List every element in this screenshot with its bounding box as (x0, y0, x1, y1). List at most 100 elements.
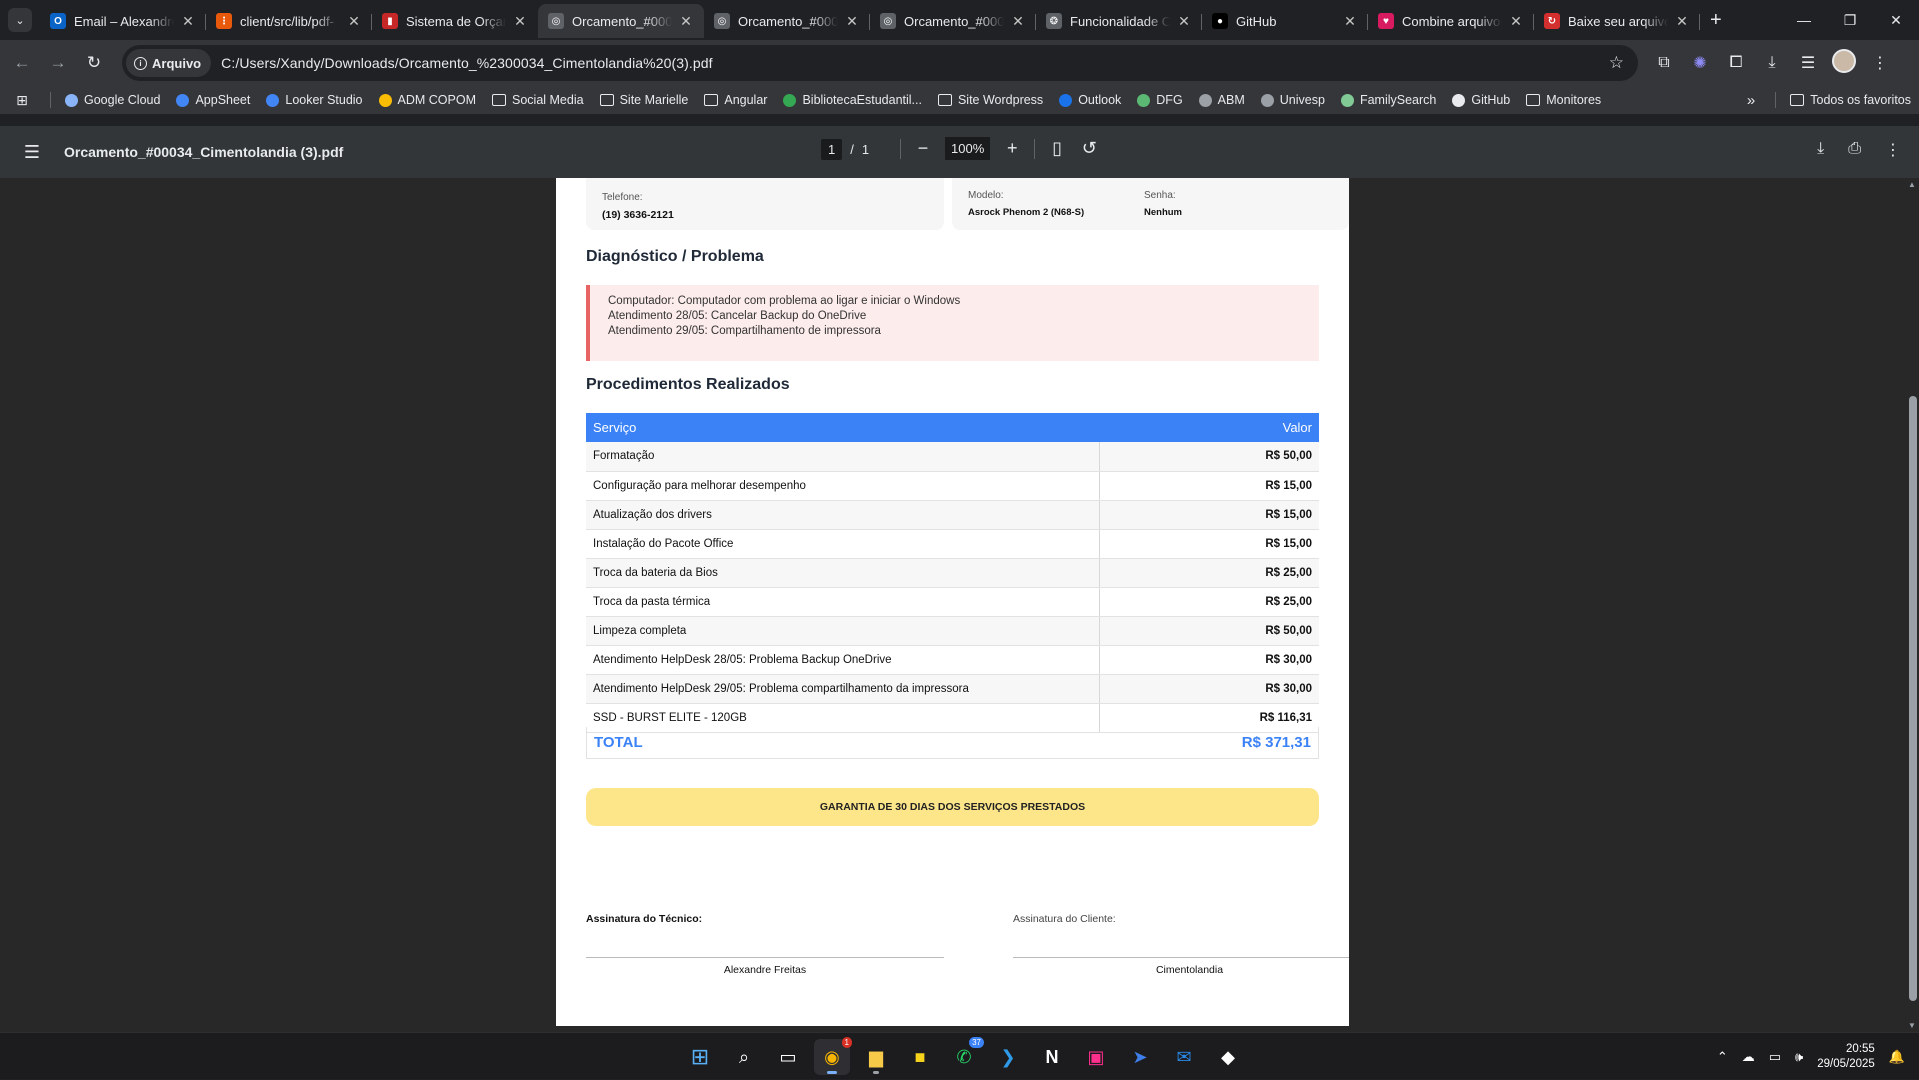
volume-icon[interactable]: 🕪 (1795, 1049, 1803, 1065)
scroll-up-arrow-icon[interactable]: ▲ (1908, 180, 1916, 189)
close-tab-icon[interactable]: ✕ (1674, 13, 1690, 30)
taskbar-power-automate[interactable]: ➤ (1122, 1039, 1158, 1075)
extension-icon[interactable]: ✺ (1682, 53, 1718, 73)
bookmark-item[interactable]: Monitores (1518, 93, 1609, 107)
bookmark-item[interactable]: BibliotecaEstudantil... (775, 93, 930, 107)
bookmark-item[interactable]: FamilySearch (1333, 93, 1444, 107)
profile-avatar[interactable] (1826, 48, 1862, 78)
taskbar-outlook[interactable]: ✉ (1166, 1039, 1202, 1075)
rotate-icon[interactable]: ↺ (1079, 138, 1099, 159)
bookmark-item[interactable]: Site Wordpress (930, 93, 1051, 107)
bookmark-item[interactable]: AppSheet (168, 93, 258, 107)
close-tab-icon[interactable]: ✕ (1508, 13, 1524, 30)
print-icon[interactable]: ⎙ (1848, 140, 1861, 160)
zoom-in-button[interactable]: + (1002, 138, 1022, 159)
forward-button[interactable]: → (40, 53, 76, 73)
notifications-bell-icon[interactable]: 🔔 (1889, 1049, 1905, 1065)
bookmark-item[interactable]: Site Marielle (592, 93, 697, 107)
app-icon: ◆ (1221, 1046, 1235, 1067)
tab-search-icon[interactable]: ⧉ (1646, 54, 1682, 72)
pdf-viewer[interactable]: Telefone: (19) 3636-2121 Modelo: Asrock … (0, 178, 1919, 1032)
url-text[interactable]: C:/Users/Xandy/Downloads/Orcamento_%2300… (221, 55, 713, 71)
new-tab-button[interactable]: + (1710, 9, 1722, 32)
bookmark-item[interactable]: Looker Studio (258, 93, 370, 107)
all-bookmarks-folder[interactable]: Todos os favoritos (1782, 93, 1919, 107)
onedrive-icon[interactable]: ☁ (1742, 1049, 1755, 1065)
browser-tab[interactable]: ◎ Orcamento_#0003 ✕ (704, 4, 870, 38)
bookmark-label: BibliotecaEstudantil... (802, 93, 922, 107)
pdf-actions: ⤓ ⎙ ⋮ (1817, 140, 1901, 160)
pdf-download-icon[interactable]: ⤓ (1817, 140, 1824, 160)
zoom-level-input[interactable]: 100% (945, 137, 991, 160)
browser-tab[interactable]: ▮ Sistema de Orçam ✕ (372, 4, 538, 38)
zoom-out-button[interactable]: − (913, 138, 933, 159)
bookmark-item[interactable]: GitHub (1444, 93, 1518, 107)
back-button[interactable]: ← (4, 53, 40, 73)
tab-title: Combine arquivos (1402, 13, 1502, 29)
close-tab-icon[interactable]: ✕ (1176, 13, 1192, 30)
bookmark-item[interactable]: ABM (1191, 93, 1253, 107)
close-tab-icon[interactable]: ✕ (512, 13, 528, 30)
close-tab-icon[interactable]: ✕ (844, 13, 860, 30)
browser-tab[interactable]: ❂ Funcionalidade O ✕ (1036, 4, 1202, 38)
fit-page-icon[interactable]: ▯ (1047, 138, 1067, 159)
browser-tab[interactable]: ● GitHub ✕ (1202, 4, 1368, 38)
client-signature-label: Assinatura do Cliente: (1013, 913, 1116, 925)
clock[interactable]: 20:55 29/05/2025 (1817, 1042, 1875, 1072)
restore-button[interactable]: ❐ (1827, 0, 1873, 40)
taskbar-app[interactable]: ◆ (1210, 1039, 1246, 1075)
phone-value: (19) 3636-2121 (602, 209, 674, 221)
scrollbar-thumb[interactable] (1909, 396, 1917, 1001)
close-tab-icon[interactable]: ✕ (1342, 13, 1358, 30)
more-menu-icon[interactable]: ⋮ (1862, 53, 1898, 73)
address-bar[interactable]: i Arquivo C:/Users/Xandy/Downloads/Orcam… (122, 45, 1638, 81)
taskbar-sticky-notes[interactable]: ■ (902, 1039, 938, 1075)
menu-icon[interactable]: ☰ (0, 142, 64, 163)
close-window-button[interactable]: ✕ (1873, 0, 1919, 40)
browser-tab[interactable]: ◎ Orcamento_#0003 ✕ (538, 4, 704, 38)
close-tab-icon[interactable]: ✕ (180, 13, 196, 30)
service-name: Troca da bateria da Bios (586, 558, 1099, 588)
taskbar-iptv[interactable]: ▣ (1078, 1039, 1114, 1075)
site-info-label: Arquivo (152, 55, 202, 71)
close-tab-icon[interactable]: ✕ (1010, 13, 1026, 30)
page-number-input[interactable]: 1 (821, 139, 843, 160)
bookmark-star-icon[interactable]: ☆ (1609, 53, 1624, 73)
start-button[interactable]: ⊞ (682, 1039, 718, 1075)
bookmark-item[interactable]: DFG (1129, 93, 1190, 107)
site-info-chip[interactable]: i Arquivo (126, 49, 212, 77)
taskbar-explorer[interactable]: ▆ (858, 1039, 894, 1075)
reading-list-icon[interactable]: ☰ (1790, 53, 1826, 73)
download-icon[interactable]: ⤓ (1754, 54, 1790, 72)
scroll-down-arrow-icon[interactable]: ▼ (1908, 1021, 1916, 1030)
search-button[interactable]: ⌕ (726, 1039, 762, 1075)
reload-button[interactable]: ↻ (76, 53, 112, 73)
taskbar-whatsapp[interactable]: ✆ 37 (946, 1037, 984, 1075)
taskbar-notion[interactable]: N (1034, 1039, 1070, 1075)
taskbar-chrome[interactable]: ◉ 1 (814, 1037, 852, 1075)
pdf-more-icon[interactable]: ⋮ (1885, 140, 1901, 160)
bookmark-item[interactable]: Outlook (1051, 93, 1129, 107)
task-view-button[interactable]: ▭ (770, 1039, 806, 1075)
apps-grid-icon[interactable]: ⊞ (0, 92, 44, 109)
bookmark-item[interactable]: Angular (696, 93, 775, 107)
browser-tab[interactable]: ◎ Orcamento_#0003 ✕ (870, 4, 1036, 38)
taskbar-vscode[interactable]: ❯ (990, 1039, 1026, 1075)
bookmark-item[interactable]: Social Media (484, 93, 592, 107)
puzzle-icon[interactable]: ⧠ (1718, 54, 1754, 72)
bookmark-item[interactable]: ADM COPOM (371, 93, 484, 107)
minimize-button[interactable]: — (1781, 0, 1827, 40)
bookmarks-overflow-button[interactable]: » (1733, 92, 1769, 109)
network-icon[interactable]: ▭ (1769, 1049, 1781, 1065)
tray-overflow-chevron-icon[interactable]: ⌃ (1717, 1049, 1728, 1065)
close-tab-icon[interactable]: ✕ (346, 13, 362, 30)
browser-tab[interactable]: ♥ Combine arquivos ✕ (1368, 4, 1534, 38)
viewer-scrollbar[interactable]: ▲ ▼ (1907, 178, 1919, 1032)
bookmark-item[interactable]: Univesp (1253, 93, 1333, 107)
close-tab-icon[interactable]: ✕ (678, 13, 694, 30)
browser-tab[interactable]: ↻ Baixe seu arquivo ✕ (1534, 4, 1700, 38)
browser-tab[interactable]: O Email – Alexandre ✕ (40, 4, 206, 38)
bookmark-item[interactable]: Google Cloud (57, 93, 168, 107)
browser-tab[interactable]: ⋮ client/src/lib/pdf- ✕ (206, 4, 372, 38)
tab-search-button[interactable]: ⌄ (8, 8, 32, 32)
